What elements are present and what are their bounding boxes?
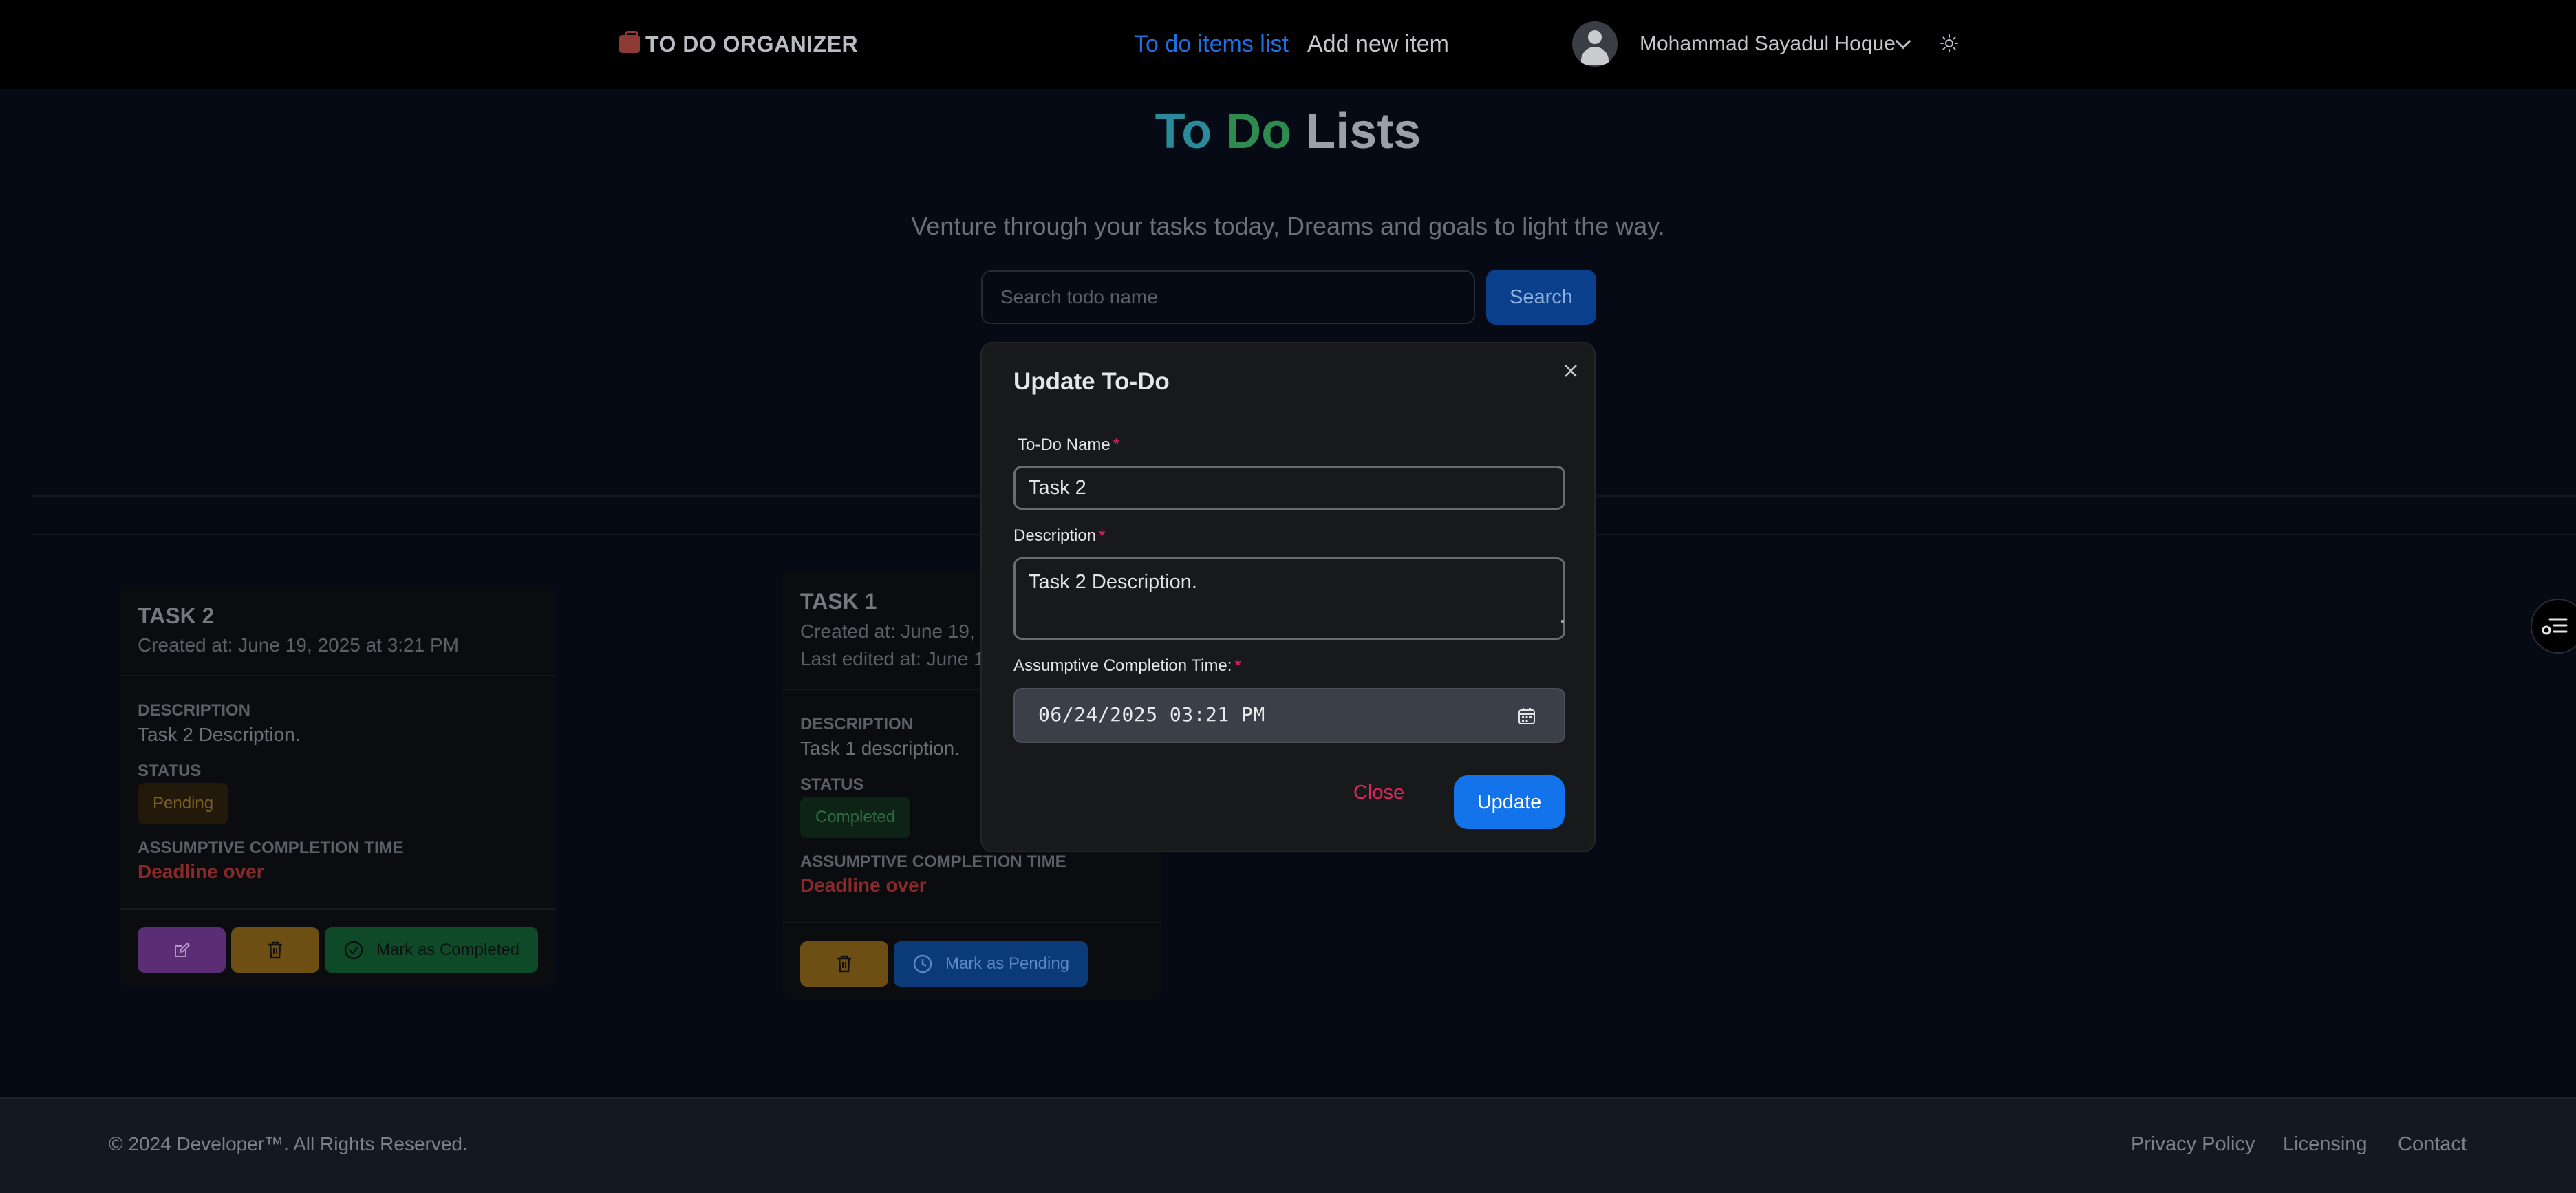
description-field-label: Description *: [1013, 526, 1105, 546]
delete-button[interactable]: [231, 927, 319, 973]
app-root: TO DO ORGANIZER To do items list Add new…: [0, 0, 2576, 1193]
required-mark: *: [1113, 436, 1120, 454]
description-label: DESCRIPTION: [138, 701, 251, 720]
sun-icon[interactable]: [1940, 34, 1958, 52]
footer-link-contact[interactable]: Contact: [2398, 1133, 2467, 1156]
completion-time-label: Assumptive Completion Time: *: [1013, 656, 1241, 676]
nav-link-add-item[interactable]: Add new item: [1307, 29, 1449, 59]
edit-button[interactable]: [138, 927, 226, 973]
settings-list-icon: [2542, 618, 2568, 635]
deadline-text: Deadline over: [800, 874, 927, 896]
label-text: Description: [1013, 526, 1097, 545]
card-title: TASK 2: [138, 603, 215, 628]
status-label: STATUS: [800, 775, 864, 794]
status-label: STATUS: [138, 762, 202, 780]
description-text: Task 2 Description.: [138, 724, 301, 745]
clock-icon: [913, 954, 932, 974]
brand-logo[interactable]: TO DO ORGANIZER: [619, 29, 858, 59]
button-label: Mark as Pending: [945, 954, 1070, 973]
required-mark: *: [1099, 526, 1106, 545]
calendar-icon[interactable]: [1517, 707, 1536, 726]
user-name[interactable]: Mohammad Sayadul Hoque: [1640, 29, 1896, 59]
mark-pending-button[interactable]: Mark as Pending: [894, 941, 1088, 987]
avatar-head: [1588, 30, 1602, 44]
title-lists: Lists: [1305, 104, 1421, 159]
label-text: To-Do Name: [1018, 436, 1110, 454]
search-input[interactable]: [981, 270, 1475, 324]
page-title: To Do Lists: [0, 103, 2576, 160]
check-circle-icon: [344, 941, 363, 960]
edit-icon: [175, 942, 191, 957]
avatar[interactable]: [1572, 21, 1618, 67]
briefcase-icon: [619, 31, 640, 53]
update-button[interactable]: Update: [1454, 775, 1565, 829]
button-label: Mark as Completed: [376, 941, 520, 959]
completion-time-input[interactable]: 06/24/2025 03:21 PM: [1013, 688, 1565, 743]
nav-link-todo-list[interactable]: To do items list: [1134, 29, 1289, 59]
search-button[interactable]: Search: [1486, 270, 1596, 325]
mark-completed-button[interactable]: Mark as Completed: [325, 927, 538, 973]
avatar-body: [1581, 47, 1609, 65]
close-icon[interactable]: [1561, 361, 1580, 380]
deadline-text: Deadline over: [138, 861, 264, 882]
description-text: Task 1 description.: [800, 738, 960, 759]
description-textarea[interactable]: Task 2 Description.: [1013, 557, 1565, 640]
footer-link-privacy[interactable]: Privacy Policy: [2131, 1133, 2255, 1156]
card-divider: [120, 675, 556, 676]
floating-menu-button[interactable]: [2531, 599, 2576, 654]
page-subtitle: Venture through your tasks today, Dreams…: [911, 212, 1665, 240]
completion-label: ASSUMPTIVE COMPLETION TIME: [138, 839, 404, 857]
card-divider: [782, 922, 1162, 923]
todo-card-task-2: TASK 2 Created at: June 19, 2025 at 3:21…: [120, 585, 556, 987]
required-mark: *: [1234, 656, 1241, 675]
close-button[interactable]: Close: [1353, 779, 1404, 806]
status-badge: Completed: [800, 797, 911, 838]
description-label: DESCRIPTION: [800, 715, 914, 733]
status-badge: Pending: [138, 783, 229, 824]
modal-title: Update To-Do: [1013, 368, 1170, 395]
resize-handle[interactable]: [1561, 620, 1564, 623]
card-created-at: Created at: June 19, 2: [800, 621, 991, 642]
todo-name-input[interactable]: Task 2: [1013, 466, 1565, 510]
card-edited-at: Last edited at: June 1: [800, 648, 985, 669]
update-todo-modal: Update To-Do To-Do Name * Task 2 Descript…: [980, 342, 1596, 852]
footer-link-licensing[interactable]: Licensing: [2283, 1133, 2368, 1156]
title-do: Do: [1225, 104, 1292, 159]
trash-icon: [268, 941, 282, 959]
trash-icon: [837, 955, 851, 973]
footer: © 2024 Developer™. All Rights Reserved. …: [0, 1097, 2576, 1193]
card-divider: [120, 908, 556, 910]
card-created-at: Created at: June 19, 2025 at 3:21 PM: [138, 634, 459, 656]
chevron-down-icon[interactable]: [1895, 33, 1911, 50]
completion-label: ASSUMPTIVE COMPLETION TIME: [800, 852, 1066, 871]
title-to: To: [1155, 104, 1212, 159]
label-text: Assumptive Completion Time:: [1013, 656, 1232, 675]
todo-name-label: To-Do Name *: [1018, 436, 1119, 455]
brand-name: TO DO ORGANIZER: [645, 31, 859, 56]
delete-button[interactable]: [800, 941, 888, 987]
copyright-text: © 2024 Developer™. All Rights Reserved.: [109, 1133, 468, 1154]
card-title: TASK 1: [800, 589, 877, 614]
navbar: TO DO ORGANIZER To do items list Add new…: [0, 0, 2576, 89]
